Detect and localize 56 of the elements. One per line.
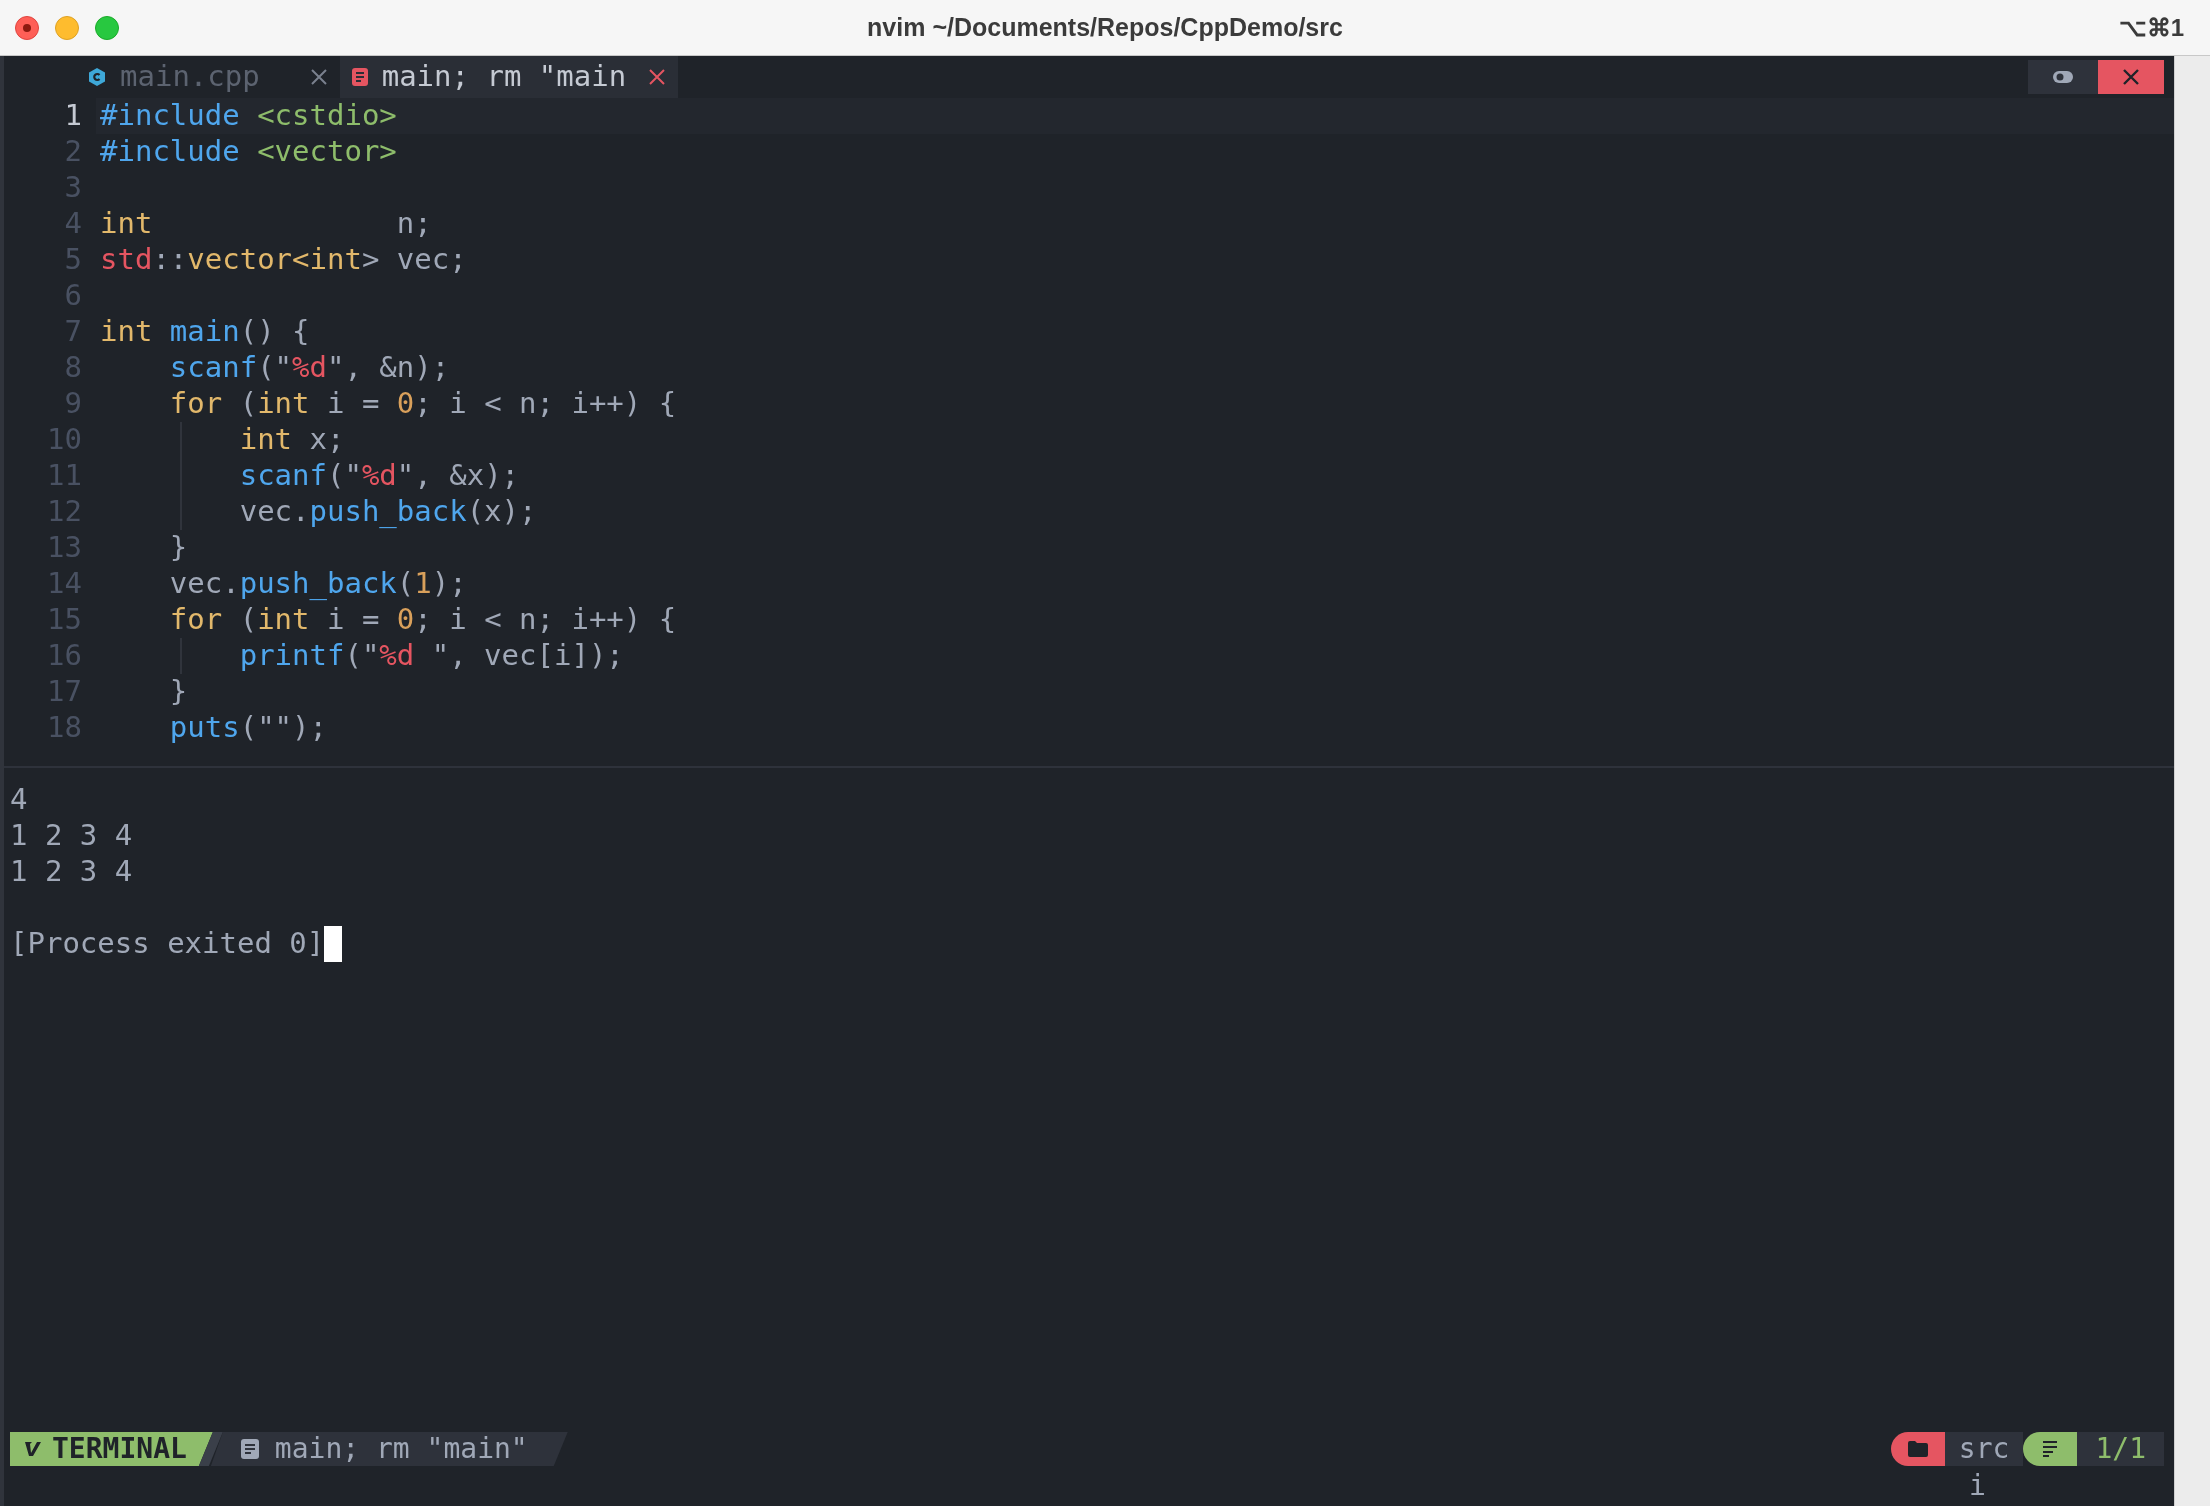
close-icon[interactable]	[309, 68, 328, 86]
vim-icon	[24, 1440, 42, 1458]
line-number: 14	[46, 565, 82, 603]
close-icon[interactable]	[2098, 60, 2164, 94]
code-line: int n;	[100, 205, 432, 243]
code-line: }	[168, 529, 188, 567]
status-position: 1/1	[2077, 1432, 2164, 1466]
code-line: #include <cstdio>	[100, 97, 397, 135]
code-line: }	[168, 673, 188, 711]
terminal-output: 1 2 3 4	[10, 853, 133, 891]
line-number: 8	[63, 349, 82, 387]
file-icon	[351, 68, 368, 86]
line-number: 1	[63, 97, 82, 135]
terminal-output: 4	[10, 781, 28, 819]
code-line: #include <vector>	[100, 133, 397, 171]
line-number: 7	[63, 313, 82, 351]
line-number: 11	[46, 457, 82, 495]
close-window-button[interactable]	[15, 15, 39, 40]
exit-message: [Process exited 0]	[10, 925, 325, 963]
zoom-window-button[interactable]	[95, 15, 119, 40]
code-line: vec.push_back(1);	[168, 565, 467, 603]
window-shortcut: ⌥⌘1	[2118, 12, 2184, 43]
code-line: puts("");	[168, 709, 327, 747]
line-number: 12	[46, 493, 82, 531]
code-line: printf("%d ", vec[i]);	[238, 637, 624, 675]
line-number: 4	[63, 205, 82, 243]
code-line: int main() {	[100, 313, 310, 351]
code-line: for (int i = 0; i < n; i++) {	[168, 385, 677, 423]
status-directory: src	[1944, 1432, 2024, 1466]
line-number: 18	[46, 709, 82, 747]
line-number: 6	[63, 277, 82, 315]
mode-indicator: TERMINAL	[10, 1432, 213, 1466]
code-line: scanf("%d", &n);	[168, 349, 450, 387]
file-icon	[240, 1439, 259, 1459]
toggle-icon[interactable]	[2028, 60, 2098, 94]
line-number: 16	[46, 637, 82, 675]
terminal-output: 1 2 3 4	[10, 817, 133, 855]
line-number: 15	[46, 601, 82, 639]
code-line: std::vector<int> vec;	[100, 241, 467, 279]
window-title: nvim ~/Documents/Repos/CppDemo/src	[866, 11, 1344, 43]
editor-tab[interactable]: main; rm "main	[339, 56, 679, 98]
line-number: 5	[63, 241, 82, 279]
line-number: 2	[63, 133, 82, 171]
command-line: i	[1969, 1468, 1986, 1504]
line-number: 10	[46, 421, 82, 459]
code-line: int x;	[238, 421, 345, 459]
line-number: 13	[46, 529, 82, 567]
close-icon[interactable]	[648, 68, 667, 86]
code-line: vec.push_back(x);	[238, 493, 537, 531]
line-number: 3	[63, 169, 82, 207]
line-number: 9	[63, 385, 82, 423]
c-file-icon	[88, 67, 106, 87]
status-file-name: main; rm "main"	[274, 1431, 528, 1467]
code-line: scanf("%d", &x);	[238, 457, 520, 495]
code-line: for (int i = 0; i < n; i++) {	[168, 601, 677, 639]
line-number: 17	[46, 673, 82, 711]
